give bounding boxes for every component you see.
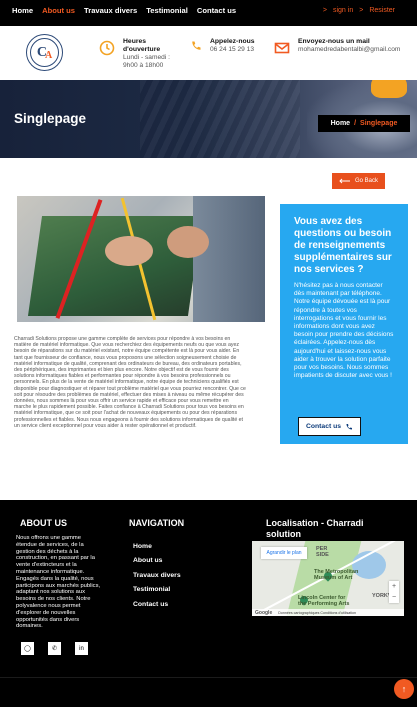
contact-box-paragraph: N'hésitez pas à nous contacter dès maint… [294, 282, 394, 380]
hard-hat-image [371, 80, 407, 98]
mail-address[interactable]: mohamedredabentalbi@gmail.com [298, 46, 400, 54]
nav-contact-us[interactable]: Contact us [197, 6, 236, 15]
about-us-text: Nous offrons une gamme étendue de servic… [16, 535, 101, 630]
call-info: Appelez-nous 06 24 15 29 13 [190, 38, 255, 54]
breadcrumb-home[interactable]: Home [331, 120, 350, 127]
auth-links: > sign in > Resister [323, 7, 395, 14]
contact-us-label: Contact us [305, 423, 342, 430]
nav-home[interactable]: Home [12, 6, 33, 15]
contact-box: Vous avez des questions ou besoin de ren… [280, 204, 408, 444]
logo[interactable]: CA [26, 34, 63, 71]
instagram-icon[interactable]: ◯ [21, 642, 34, 655]
footer-divider [0, 677, 417, 678]
footer-nav-contact-us[interactable]: Contact us [133, 601, 181, 608]
nav-about-us[interactable]: About us [42, 6, 75, 15]
page-title: Singlepage [14, 111, 87, 126]
arrow-left-icon [339, 178, 350, 184]
phone-icon [346, 423, 353, 429]
linkedin-icon[interactable]: in [75, 642, 88, 655]
map-label-museum: The Metropolitan Museum of Art [314, 569, 359, 581]
social-links: ◯ ✆ in [21, 642, 88, 655]
technician-hand [167, 226, 209, 258]
breadcrumb-separator: / [354, 120, 357, 127]
top-navbar: Home About us Travaux divers Testimonial… [0, 0, 417, 26]
google-logo: Google [255, 609, 273, 616]
info-header: CA Heures d'ouverture Lundi - samedi : 9… [0, 26, 417, 80]
scroll-to-top-button[interactable]: ↑ [394, 679, 414, 699]
enlarge-map-button[interactable]: Agrandir le plan [261, 547, 307, 559]
nav-travaux-divers[interactable]: Travaux divers [84, 6, 137, 15]
whatsapp-icon[interactable]: ✆ [48, 642, 61, 655]
go-back-label: Go Back [354, 178, 378, 184]
logo-mark: CA [30, 38, 59, 67]
navigation-heading: NAVIGATION [129, 518, 185, 528]
opening-hours: Heures d'ouverture Lundi - samedi : 9h00… [99, 38, 175, 70]
breadcrumb: Home / Singlepage [318, 115, 410, 132]
footer-nav: Home About us Travaux divers Testimonial… [133, 543, 181, 615]
signin-link[interactable]: sign in [333, 7, 353, 14]
map-heading: Localisation - Charradi solution [266, 518, 364, 539]
call-phone[interactable]: 06 24 15 29 13 [210, 46, 255, 54]
zoom-out-icon[interactable]: − [392, 594, 396, 601]
nav-testimonial[interactable]: Testimonial [146, 6, 188, 15]
mail-info: Envoyez-nous un mail mohamedredabentalbi… [274, 38, 400, 56]
hours-title: Heures d'ouverture [123, 38, 161, 53]
breadcrumb-current: Singlepage [360, 120, 398, 127]
go-back-button[interactable]: Go Back [332, 173, 385, 189]
main-nav: Home About us Travaux divers Testimonial… [12, 6, 236, 15]
contact-box-heading: Vous avez des questions ou besoin de ren… [294, 216, 392, 275]
chevron-right-icon: > [359, 7, 364, 14]
map-footer-text[interactable]: Données cartographiques Conditions d'uti… [278, 611, 356, 615]
envelope-icon [274, 42, 290, 54]
zoom-controls[interactable]: + − [389, 581, 399, 603]
contact-us-button[interactable]: Contact us [298, 417, 361, 436]
register-link[interactable]: Resister [369, 7, 395, 14]
location-map[interactable]: The Metropolitan Museum of Art Lincoln C… [252, 541, 404, 616]
footer-nav-testimonial[interactable]: Testimonial [133, 586, 181, 593]
hours-line-2: 9h00 à 18h00 [123, 62, 164, 69]
hardware-repair-image [17, 196, 265, 322]
hours-line-1: Lundi - samedi : [123, 54, 170, 61]
clock-icon [99, 40, 115, 56]
footer-nav-travaux-divers[interactable]: Travaux divers [133, 572, 181, 579]
map-footer: Google Données cartographiques Condition… [252, 609, 404, 616]
footer-nav-home[interactable]: Home [133, 543, 181, 550]
footer-nav-about-us[interactable]: About us [133, 557, 181, 564]
about-us-heading: ABOUT US [20, 518, 67, 528]
arrow-up-icon: ↑ [401, 684, 407, 694]
chevron-right-icon: > [322, 7, 327, 14]
map-label-lincoln: Lincoln Center for the Performing Arts [298, 595, 350, 607]
banner-texture [140, 80, 300, 158]
map-label-per: PER SIDE [316, 546, 329, 558]
mail-title: Envoyez-nous un mail [298, 38, 370, 45]
article-text: Charradi Solutions propose une gamme com… [14, 336, 246, 429]
call-title: Appelez-nous [210, 38, 255, 45]
technician-sleeve [193, 196, 265, 322]
technician-hand [105, 236, 153, 266]
phone-icon [192, 41, 201, 50]
zoom-in-icon[interactable]: + [392, 583, 396, 590]
